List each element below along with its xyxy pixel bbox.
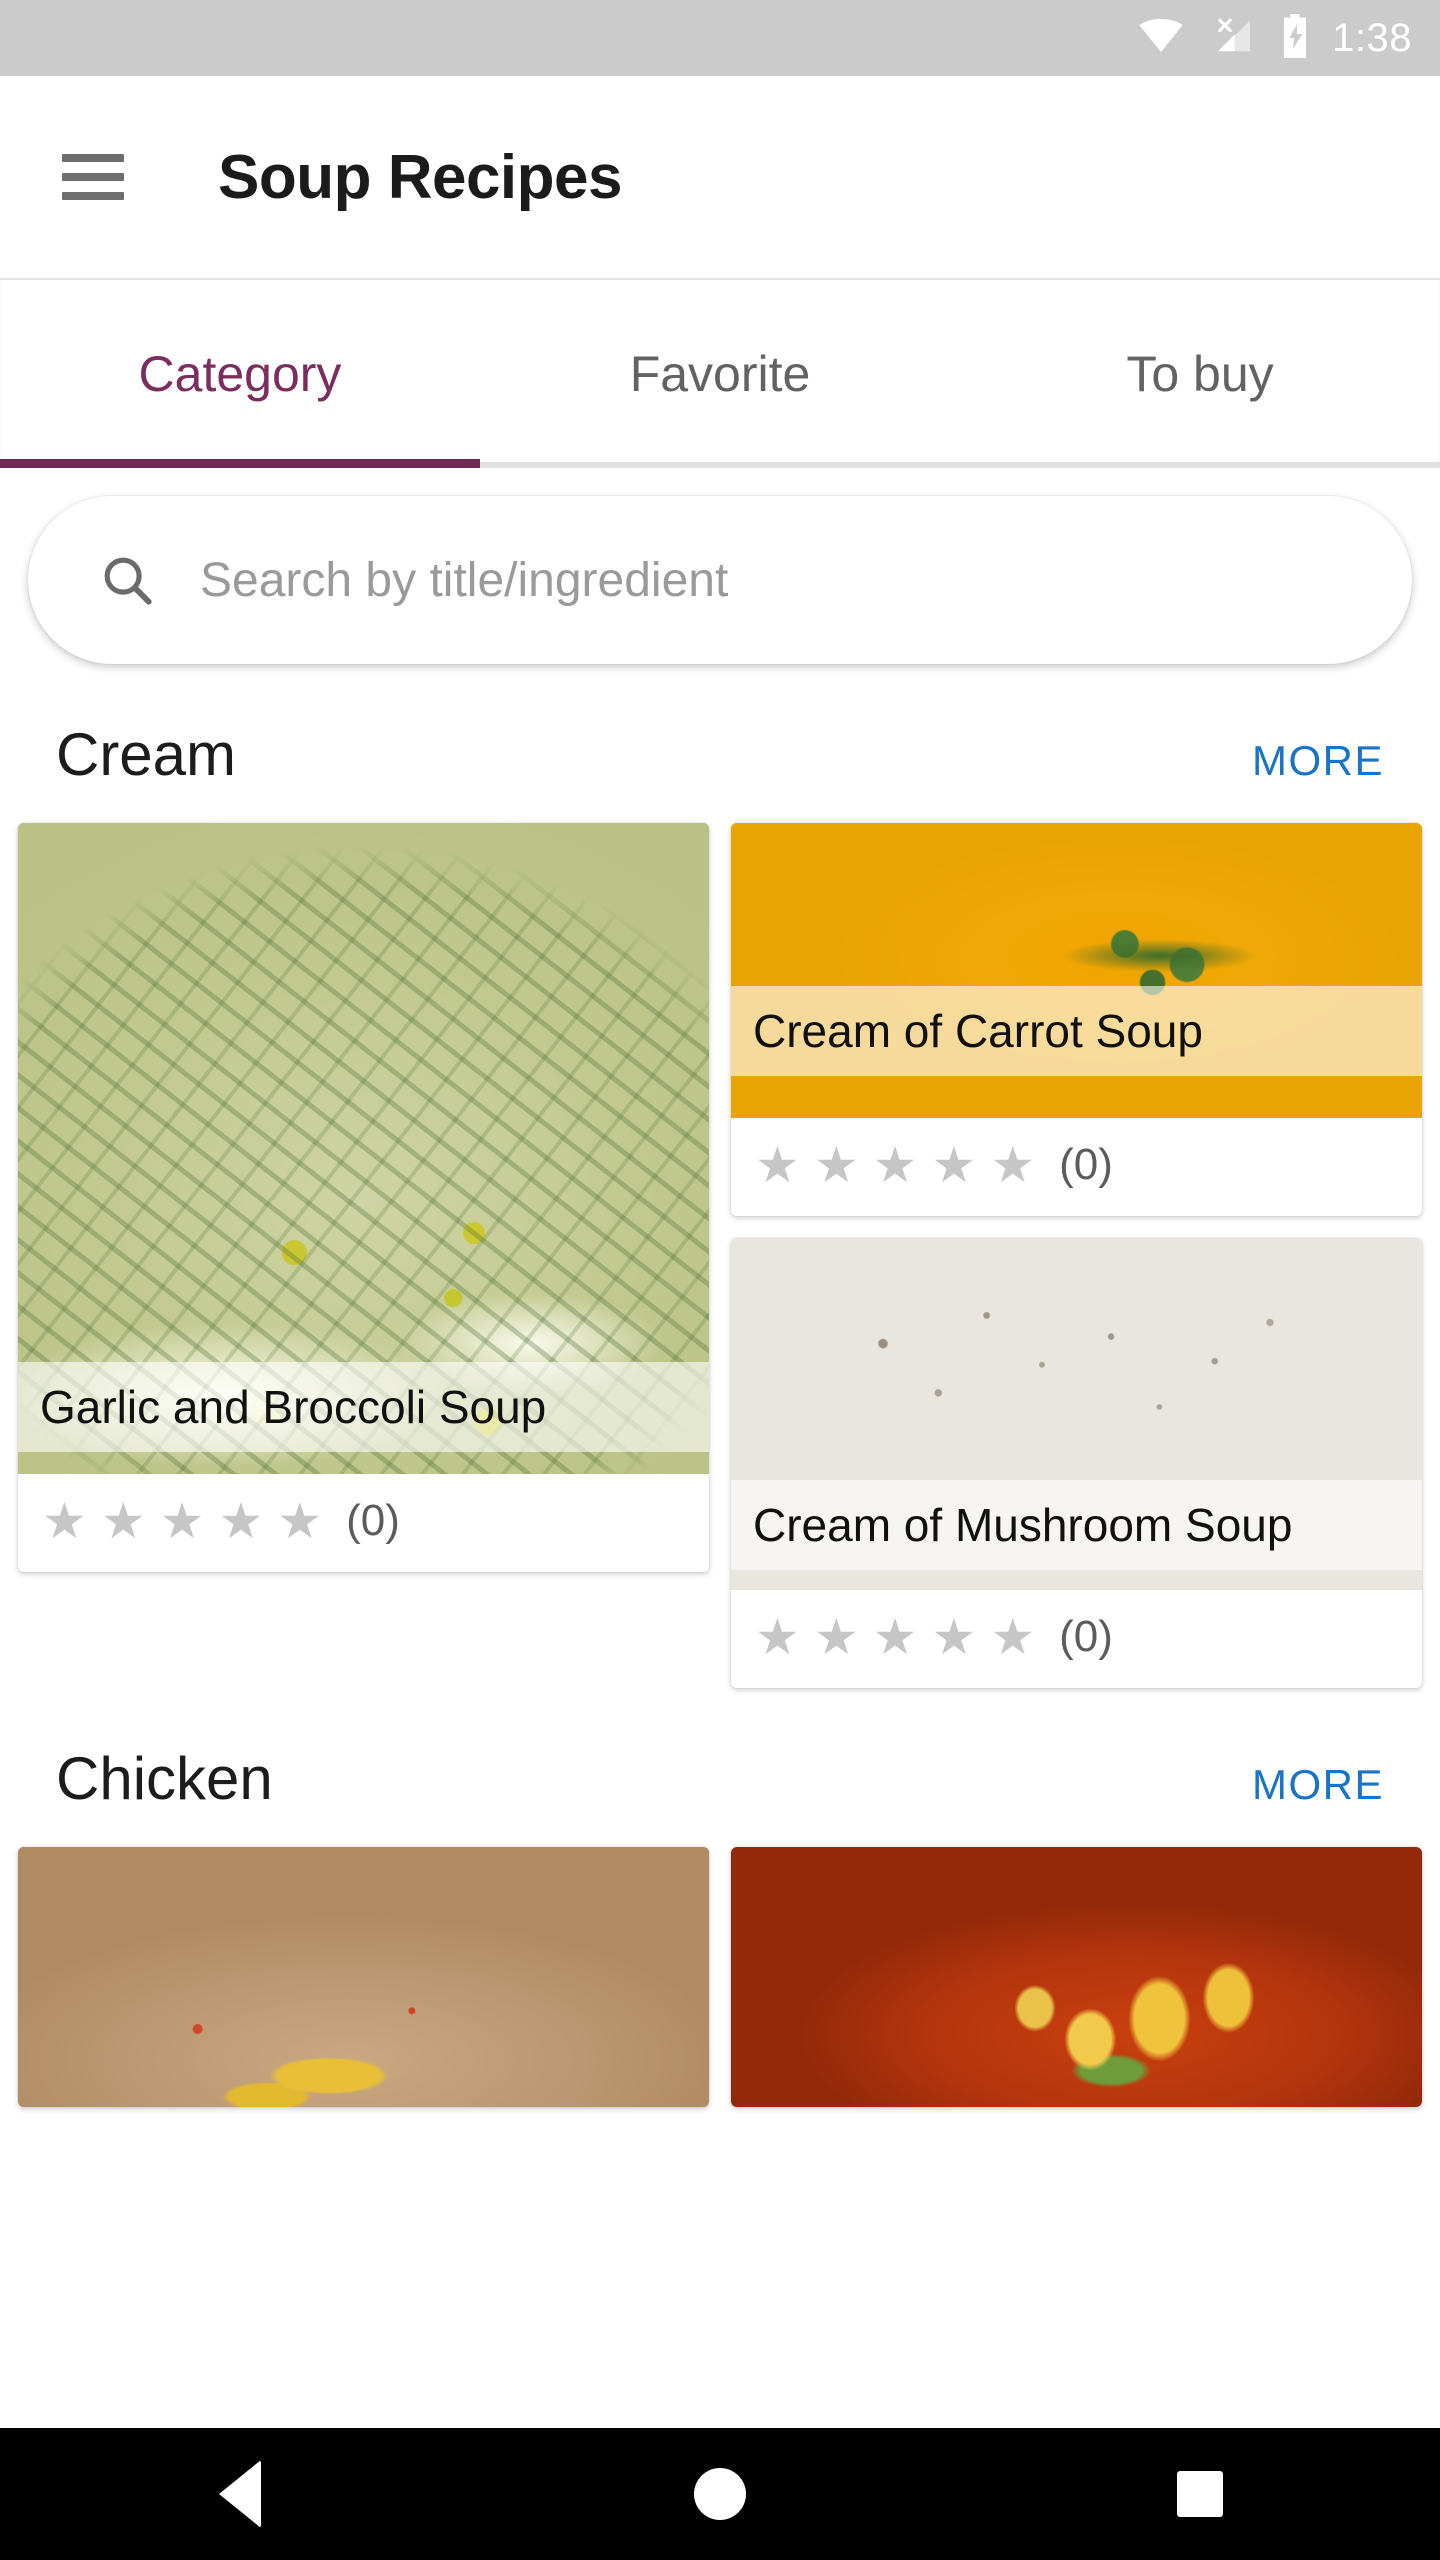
battery-charging-icon	[1280, 13, 1310, 63]
rating-count: (0)	[346, 1496, 400, 1545]
star-icon[interactable]: ★	[990, 1612, 1035, 1662]
search-input[interactable]	[200, 552, 1412, 608]
rating-count: (0)	[1059, 1140, 1113, 1189]
star-icon[interactable]: ★	[755, 1140, 800, 1190]
nav-home-button[interactable]	[640, 2428, 800, 2560]
search-bar[interactable]	[28, 496, 1412, 664]
star-icon[interactable]: ★	[42, 1496, 87, 1546]
recipe-grid-cream: Garlic and Broccoli Soup ★ ★ ★ ★ ★ (0) C…	[0, 823, 1440, 1688]
back-triangle-icon	[219, 2460, 261, 2528]
star-icon[interactable]: ★	[873, 1140, 918, 1190]
nav-back-button[interactable]	[160, 2428, 320, 2560]
star-icon[interactable]: ★	[101, 1496, 146, 1546]
chicken-corn-soup-photo	[18, 1847, 709, 2107]
grid-column-right	[731, 1847, 1422, 2107]
android-navigation-bar	[0, 2428, 1440, 2560]
star-icon[interactable]: ★	[277, 1496, 322, 1546]
hamburger-menu-icon[interactable]	[62, 154, 124, 200]
grid-column-right: Cream of Carrot Soup ★ ★ ★ ★ ★ (0) Cream…	[731, 823, 1422, 1688]
chicken-noodle-soup-photo	[731, 1847, 1422, 2107]
recipe-card-cream-of-carrot-soup[interactable]: Cream of Carrot Soup ★ ★ ★ ★ ★ (0)	[731, 823, 1422, 1216]
status-bar: 1:38	[0, 0, 1440, 76]
recipe-title: Cream of Mushroom Soup	[731, 1480, 1422, 1570]
tab-bar: Category Favorite To buy	[0, 280, 1440, 468]
recents-square-icon	[1177, 2471, 1223, 2517]
section-title: Chicken	[56, 1745, 273, 1812]
recipe-image	[731, 1847, 1422, 2107]
content-scroll-area[interactable]: Cream MORE Garlic and Broccoli Soup ★ ★ …	[0, 468, 1440, 2456]
status-bar-icons	[1138, 13, 1310, 63]
star-icon[interactable]: ★	[814, 1612, 859, 1662]
rating-row[interactable]: ★ ★ ★ ★ ★ (0)	[731, 1118, 1422, 1216]
nav-recents-button[interactable]	[1120, 2428, 1280, 2560]
section-title: Cream	[56, 721, 237, 788]
search-area	[0, 468, 1440, 664]
star-icon[interactable]: ★	[160, 1496, 205, 1546]
app-bar: Soup Recipes	[0, 76, 1440, 280]
page-title: Soup Recipes	[218, 142, 623, 212]
recipe-image	[18, 1847, 709, 2107]
tab-category[interactable]: Category	[0, 280, 480, 468]
recipe-title: Garlic and Broccoli Soup	[18, 1362, 709, 1452]
recipe-image: Garlic and Broccoli Soup	[18, 823, 709, 1474]
home-circle-icon	[694, 2468, 746, 2520]
search-icon	[98, 551, 156, 609]
star-icon[interactable]: ★	[218, 1496, 263, 1546]
star-icon[interactable]: ★	[931, 1612, 976, 1662]
recipe-image: Cream of Mushroom Soup	[731, 1238, 1422, 1590]
star-rating[interactable]: ★ ★ ★ ★ ★	[755, 1612, 1035, 1662]
rating-row[interactable]: ★ ★ ★ ★ ★ (0)	[731, 1590, 1422, 1688]
star-icon[interactable]: ★	[931, 1140, 976, 1190]
star-icon[interactable]: ★	[755, 1612, 800, 1662]
wifi-icon	[1138, 18, 1184, 58]
star-rating[interactable]: ★ ★ ★ ★ ★	[755, 1140, 1035, 1190]
star-rating[interactable]: ★ ★ ★ ★ ★	[42, 1496, 322, 1546]
section-more-link[interactable]: MORE	[1252, 1761, 1384, 1809]
tab-favorite[interactable]: Favorite	[480, 280, 960, 468]
grid-column-left: Garlic and Broccoli Soup ★ ★ ★ ★ ★ (0)	[18, 823, 709, 1688]
star-icon[interactable]: ★	[814, 1140, 859, 1190]
rating-row[interactable]: ★ ★ ★ ★ ★ (0)	[18, 1474, 709, 1572]
recipe-image: Cream of Carrot Soup	[731, 823, 1422, 1118]
recipe-card-chicken-corn-soup[interactable]	[18, 1847, 709, 2107]
star-icon[interactable]: ★	[990, 1140, 1035, 1190]
cellular-no-sim-icon	[1210, 18, 1254, 59]
tab-active-indicator	[0, 459, 480, 468]
recipe-card-chicken-noodle-soup[interactable]	[731, 1847, 1422, 2107]
section-header-cream: Cream MORE	[0, 664, 1440, 823]
recipe-title: Cream of Carrot Soup	[731, 986, 1422, 1076]
status-bar-clock: 1:38	[1332, 15, 1412, 60]
tab-to-buy[interactable]: To buy	[960, 280, 1440, 468]
recipe-grid-chicken	[0, 1847, 1440, 2107]
recipe-card-cream-of-mushroom-soup[interactable]: Cream of Mushroom Soup ★ ★ ★ ★ ★ (0)	[731, 1238, 1422, 1688]
app-screen: 1:38 Soup Recipes Category Favorite To b…	[0, 0, 1440, 2560]
section-header-chicken: Chicken MORE	[0, 1688, 1440, 1847]
recipe-card-garlic-broccoli-soup[interactable]: Garlic and Broccoli Soup ★ ★ ★ ★ ★ (0)	[18, 823, 709, 1572]
rating-count: (0)	[1059, 1612, 1113, 1661]
star-icon[interactable]: ★	[873, 1612, 918, 1662]
grid-column-left	[18, 1847, 709, 2107]
section-more-link[interactable]: MORE	[1252, 737, 1384, 785]
